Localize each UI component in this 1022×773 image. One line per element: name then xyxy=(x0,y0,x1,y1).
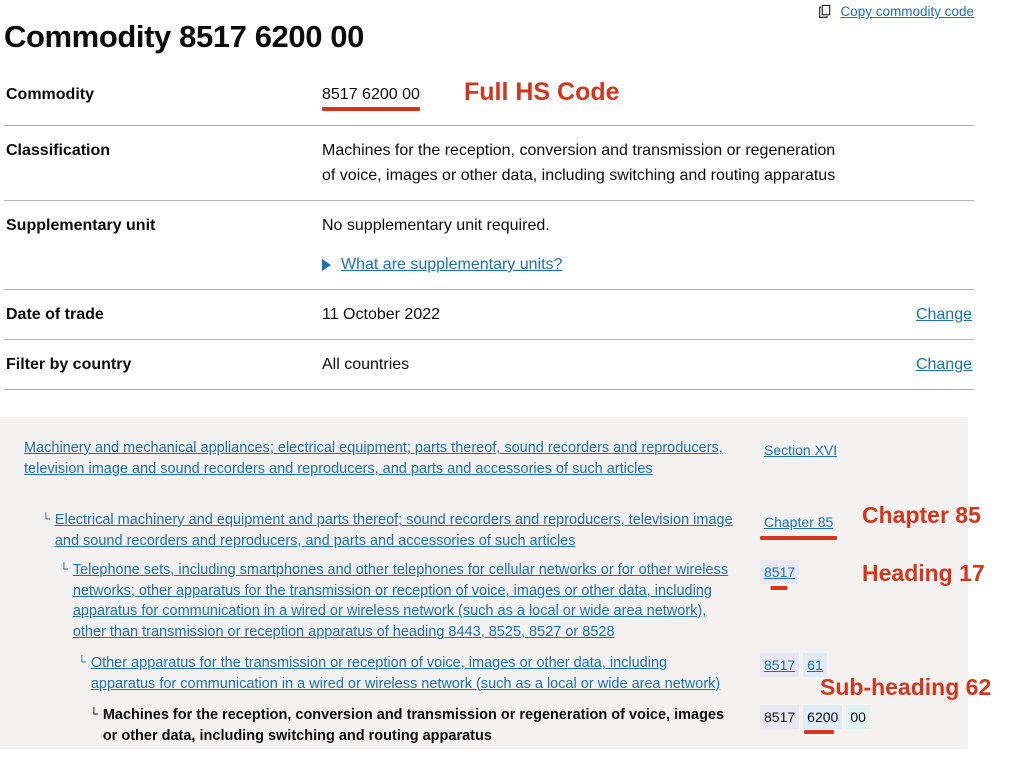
hierarchy-code-heading[interactable]: 8517 xyxy=(760,560,800,590)
annotation-heading: Heading 17 xyxy=(862,560,985,586)
copy-commodity-code-label[interactable]: Copy commodity code xyxy=(840,4,974,19)
copy-icon xyxy=(818,4,833,19)
hierarchy-node-label[interactable]: Other apparatus for the transmission or … xyxy=(91,653,734,694)
row-key-commodity: Commodity xyxy=(6,86,94,103)
hierarchy-code-commodity: 8517 6200 00 xyxy=(760,705,870,734)
hierarchy-code-section[interactable]: Section XVI xyxy=(760,438,841,462)
heading-code-segment-1[interactable]: 8517 xyxy=(760,560,800,590)
hierarchy-node-label[interactable]: Machinery and mechanical appliances; ele… xyxy=(24,438,730,479)
row-key-date-of-trade: Date of trade xyxy=(6,306,104,323)
tree-elbow-icon: └ xyxy=(90,707,98,722)
row-value-supplementary-unit: No supplementary unit required. What are… xyxy=(322,201,842,290)
section-code-link[interactable]: Section XVI xyxy=(760,438,841,462)
table-row: Supplementary unit No supplementary unit… xyxy=(4,201,974,290)
commodity-code-segment-2: 6200 xyxy=(803,705,843,734)
hierarchy-node-subheading[interactable]: └ Other apparatus for the transmission o… xyxy=(78,653,734,694)
supplementary-unit-text: No supplementary unit required. xyxy=(322,217,550,234)
supplementary-units-toggle-label[interactable]: What are supplementary units? xyxy=(341,252,562,277)
hierarchy-node-heading[interactable]: └ Telephone sets, including smartphones … xyxy=(60,560,734,642)
commodity-code-segment-2-text: 6200 xyxy=(807,709,839,725)
row-action-classification xyxy=(842,126,974,201)
hierarchy-node-label: Machines for the reception, conversion a… xyxy=(102,707,725,744)
red-underline-heading xyxy=(770,586,788,590)
row-key-classification: Classification xyxy=(6,142,111,159)
hierarchy-node-commodity: └ Machines for the reception, conversion… xyxy=(90,705,734,746)
row-action-filter-by-country[interactable]: Change xyxy=(842,340,974,390)
commodity-code-text: 8517 6200 00 xyxy=(322,86,420,103)
hierarchy-node-label[interactable]: Telephone sets, including smartphones an… xyxy=(73,560,734,642)
tree-elbow-icon: └ xyxy=(78,655,86,670)
hierarchy-node-section[interactable]: Machinery and mechanical appliances; ele… xyxy=(24,438,730,479)
commodity-code-value: 8517 6200 00 xyxy=(322,82,420,113)
copy-commodity-code[interactable]: Copy commodity code xyxy=(818,4,974,19)
row-value-classification: Machines for the reception, conversion a… xyxy=(322,142,836,184)
heading-code-link[interactable]: 8517 xyxy=(764,564,795,580)
chapter-code-wrap[interactable]: Chapter 85 xyxy=(760,510,838,540)
red-underline-subheading xyxy=(803,730,834,734)
row-action-date-of-trade[interactable]: Change xyxy=(842,290,974,340)
hierarchy-node-label[interactable]: Electrical machinery and equipment and p… xyxy=(55,510,734,551)
subheading-code-link-2[interactable]: 61 xyxy=(807,657,823,673)
red-underline-commodity-code xyxy=(322,107,420,111)
row-action-supplementary-unit xyxy=(842,201,974,290)
table-row: Date of trade 11 October 2022 Change xyxy=(4,290,974,340)
hierarchy-node-chapter[interactable]: └ Electrical machinery and equipment and… xyxy=(42,510,734,551)
commodity-details-table: Commodity 8517 6200 00 Classification Ma… xyxy=(4,70,974,390)
page-title: Commodity 8517 6200 00 xyxy=(4,18,364,54)
table-row: Filter by country All countries Change xyxy=(4,340,974,390)
subheading-code-link-1[interactable]: 8517 xyxy=(764,657,795,673)
change-date-of-trade-link[interactable]: Change xyxy=(916,306,972,323)
row-key-supplementary-unit: Supplementary unit xyxy=(6,217,156,234)
row-key-filter-by-country: Filter by country xyxy=(6,356,132,373)
supplementary-units-details-toggle[interactable]: What are supplementary units? xyxy=(322,252,842,277)
annotation-chapter: Chapter 85 xyxy=(862,502,981,528)
commodity-code-segment-3: 00 xyxy=(846,705,870,729)
annotation-full-hs-code: Full HS Code xyxy=(464,78,620,106)
annotation-subheading: Sub-heading 62 xyxy=(820,674,992,700)
subheading-code-segment-1[interactable]: 8517 xyxy=(760,653,800,677)
hierarchy-code-subheading[interactable]: 8517 61 xyxy=(760,653,827,677)
table-row: Classification Machines for the receptio… xyxy=(4,126,974,201)
row-action-commodity xyxy=(842,70,974,126)
chapter-code-link[interactable]: Chapter 85 xyxy=(764,514,833,530)
row-value-date-of-trade: 11 October 2022 xyxy=(322,306,441,323)
hierarchy-code-chapter[interactable]: Chapter 85 xyxy=(760,510,838,540)
commodity-code-segment-1: 8517 xyxy=(760,705,800,729)
red-underline-chapter xyxy=(760,536,838,540)
tree-elbow-icon: └ xyxy=(60,562,68,577)
row-value-filter-by-country: All countries xyxy=(322,356,410,373)
change-filter-by-country-link[interactable]: Change xyxy=(916,356,972,373)
chevron-right-icon xyxy=(322,258,331,271)
tree-elbow-icon: └ xyxy=(42,512,50,527)
